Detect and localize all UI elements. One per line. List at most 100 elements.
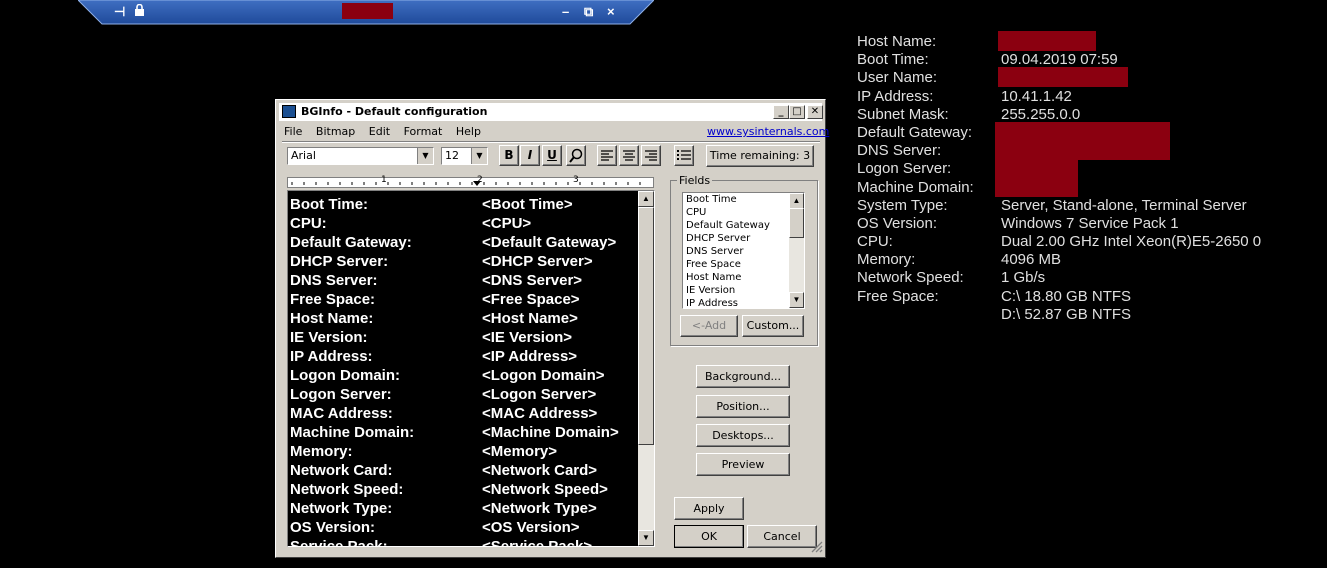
fields-list-item[interactable]: DHCP Server bbox=[683, 232, 804, 245]
add-field-button[interactable]: <-Add bbox=[680, 315, 738, 337]
editor-line[interactable]: Service Pack: <Service Pack> bbox=[290, 537, 638, 546]
info-label: IP Address: bbox=[857, 87, 934, 105]
editor-line[interactable]: DHCP Server: <DHCP Server> bbox=[290, 252, 638, 271]
bullet-list-icon bbox=[677, 150, 691, 160]
editor-line[interactable]: MAC Address: <MAC Address> bbox=[290, 404, 638, 423]
menu-bar: File Bitmap Edit Format Help bbox=[284, 125, 491, 138]
scroll-thumb[interactable] bbox=[638, 207, 654, 445]
editor-line[interactable]: DNS Server: <DNS Server> bbox=[290, 271, 638, 290]
window-title: BGInfo - Default configuration bbox=[301, 105, 488, 118]
fields-scrollbar[interactable]: ▲ ▼ bbox=[789, 193, 804, 308]
desktops-button[interactable]: Desktops... bbox=[696, 424, 790, 447]
info-label: OS Version: bbox=[857, 214, 938, 232]
editor-line-field: <DNS Server> bbox=[482, 272, 583, 289]
editor-line[interactable]: IE Version: <IE Version> bbox=[290, 328, 638, 347]
ok-button[interactable]: OK bbox=[674, 525, 744, 548]
info-label: Network Speed: bbox=[857, 269, 964, 287]
bold-button[interactable]: B bbox=[499, 145, 519, 166]
editor-line[interactable]: Logon Domain: <Logon Domain> bbox=[290, 366, 638, 385]
editor-line-label: MAC Address: bbox=[290, 405, 393, 422]
editor-line[interactable]: Boot Time: <Boot Time> bbox=[290, 195, 638, 214]
underline-button[interactable]: U bbox=[542, 145, 562, 166]
fields-list-item[interactable]: IP Address bbox=[683, 297, 804, 308]
ruler: 1 2 3 bbox=[287, 175, 654, 188]
scroll-up-button[interactable]: ▲ bbox=[638, 191, 654, 207]
sysinternals-link[interactable]: www.sysinternals.com bbox=[707, 125, 829, 138]
info-label: Subnet Mask: bbox=[857, 105, 949, 123]
ruler-mark-3: 3 bbox=[573, 175, 579, 185]
scroll-down-button[interactable]: ▼ bbox=[789, 292, 804, 308]
menu-help[interactable]: Help bbox=[456, 125, 481, 138]
editor-line-label: Logon Server: bbox=[290, 386, 392, 403]
fields-list-item[interactable]: Host Name bbox=[683, 271, 804, 284]
editor-line-field: <Default Gateway> bbox=[482, 234, 617, 251]
fields-list-item[interactable]: DNS Server bbox=[683, 245, 804, 258]
font-size-combo[interactable]: 12 ▼ bbox=[441, 147, 488, 165]
editor-line[interactable]: Memory: <Memory> bbox=[290, 442, 638, 461]
info-value: C:\ 18.80 GB NTFS bbox=[1001, 287, 1132, 305]
editor-content[interactable]: Boot Time: <Boot Time> CPU: <CPU> Default Ga… bbox=[290, 195, 638, 546]
time-remaining-button[interactable]: Time remaining: 3 bbox=[706, 145, 814, 167]
editor-line[interactable]: Default Gateway: <Default Gateway> bbox=[290, 233, 638, 252]
editor-scrollbar[interactable]: ▲ ▼ bbox=[638, 191, 654, 546]
fields-list-item[interactable]: IE Version bbox=[683, 284, 804, 297]
editor-line[interactable]: Network Type: <Network Type> bbox=[290, 499, 638, 518]
preview-button[interactable]: Preview bbox=[696, 453, 790, 476]
editor-line[interactable]: OS Version: <OS Version> bbox=[290, 518, 638, 537]
close-button[interactable]: ✕ bbox=[807, 105, 823, 119]
font-dialog-button[interactable] bbox=[566, 145, 586, 166]
menu-bitmap[interactable]: Bitmap bbox=[316, 125, 355, 138]
info-value: 10.41.1.42 bbox=[1001, 87, 1072, 105]
maximize-button[interactable]: □ bbox=[789, 105, 805, 119]
align-left-button[interactable] bbox=[597, 145, 617, 166]
editor-line-label: Default Gateway: bbox=[290, 234, 412, 251]
minimize-icon[interactable]: – bbox=[562, 4, 569, 20]
background-button[interactable]: Background... bbox=[696, 365, 790, 388]
menu-file[interactable]: File bbox=[284, 125, 302, 138]
bullets-button[interactable] bbox=[674, 145, 694, 166]
editor-line[interactable]: Free Space: <Free Space> bbox=[290, 290, 638, 309]
apply-button[interactable]: Apply bbox=[674, 497, 744, 520]
scroll-down-button[interactable]: ▼ bbox=[638, 530, 654, 546]
align-right-button[interactable] bbox=[641, 145, 661, 166]
scroll-thumb[interactable] bbox=[789, 208, 804, 238]
editor-line[interactable]: Host Name: <Host Name> bbox=[290, 309, 638, 328]
restore-icon[interactable]: ⧉ bbox=[584, 4, 593, 20]
close-icon[interactable]: × bbox=[607, 4, 615, 20]
editor-line[interactable]: Logon Server: <Logon Server> bbox=[290, 385, 638, 404]
template-editor[interactable]: Boot Time: <Boot Time> CPU: <CPU> Default Ga… bbox=[287, 190, 655, 547]
fields-list-item[interactable]: Boot Time bbox=[683, 193, 804, 206]
fields-list-item[interactable]: Default Gateway bbox=[683, 219, 804, 232]
align-right-icon bbox=[645, 150, 657, 161]
redacted-value bbox=[995, 140, 1170, 161]
editor-line[interactable]: Network Speed: <Network Speed> bbox=[290, 480, 638, 499]
chevron-down-icon[interactable]: ▼ bbox=[417, 148, 433, 164]
editor-line-field: <Logon Domain> bbox=[482, 367, 605, 384]
menu-edit[interactable]: Edit bbox=[369, 125, 390, 138]
font-name-combo[interactable]: Arial ▼ bbox=[287, 147, 434, 165]
editor-line-field: <IE Version> bbox=[482, 329, 573, 346]
redacted-value bbox=[995, 121, 1170, 142]
editor-line[interactable]: IP Address: <IP Address> bbox=[290, 347, 638, 366]
chevron-down-icon[interactable]: ▼ bbox=[471, 148, 487, 164]
scroll-up-button[interactable]: ▲ bbox=[789, 193, 804, 209]
cancel-button[interactable]: Cancel bbox=[747, 525, 817, 548]
custom-field-button[interactable]: Custom... bbox=[742, 315, 804, 337]
editor-line-label: Boot Time: bbox=[290, 196, 369, 213]
fields-group-label: Fields bbox=[677, 174, 713, 187]
resize-grip-icon[interactable] bbox=[810, 540, 823, 553]
align-center-button[interactable] bbox=[619, 145, 639, 166]
fields-listbox[interactable]: Boot Time CPU Default Gateway DHCP Server DN… bbox=[682, 192, 805, 309]
editor-line[interactable]: Machine Domain: <Machine Domain> bbox=[290, 423, 638, 442]
editor-line[interactable]: CPU: <CPU> bbox=[290, 214, 638, 233]
fields-list-item[interactable]: Free Space bbox=[683, 258, 804, 271]
editor-line-label: Logon Domain: bbox=[290, 367, 400, 384]
pin-icon[interactable]: ⊣ bbox=[114, 4, 125, 20]
editor-line-field: <Free Space> bbox=[482, 291, 580, 308]
position-button[interactable]: Position... bbox=[696, 395, 790, 418]
editor-line[interactable]: Network Card: <Network Card> bbox=[290, 461, 638, 480]
menu-format[interactable]: Format bbox=[404, 125, 443, 138]
italic-button[interactable]: I bbox=[520, 145, 540, 166]
fields-list-item[interactable]: CPU bbox=[683, 206, 804, 219]
minimize-button[interactable]: _ bbox=[773, 105, 789, 119]
